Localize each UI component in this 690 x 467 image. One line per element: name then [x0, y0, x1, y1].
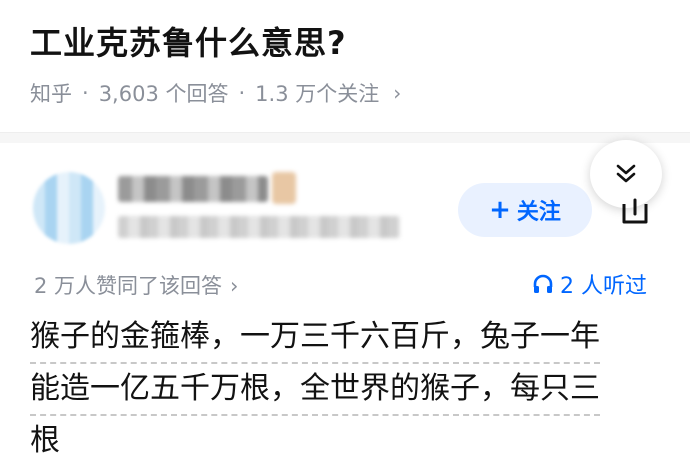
double-chevron-down-icon	[616, 164, 636, 183]
follow-button[interactable]: + 关注	[458, 183, 592, 237]
follow-button-label: 关注	[516, 200, 561, 225]
author-name-blurred[interactable]	[118, 176, 268, 202]
author-badge-blurred	[272, 172, 296, 204]
chevron-right-icon: ›	[393, 81, 402, 105]
question-meta[interactable]: 知乎 · 3,603 个回答 · 1.3 万个关注 ›	[30, 78, 401, 108]
section-divider	[0, 132, 690, 143]
plus-icon: +	[489, 195, 511, 225]
agree-text: 2 万人赞同了该回答	[34, 274, 223, 298]
answer-content[interactable]: 猴子的金箍棒，一万三千六百斤，兔子一年 能造一亿五千万根，全世界的猴子，每只三 …	[30, 312, 660, 466]
author-avatar[interactable]	[33, 172, 105, 244]
content-line: 根	[30, 423, 60, 458]
share-icon[interactable]	[618, 196, 652, 226]
chevron-right-icon: ›	[230, 274, 239, 298]
author-bio-blurred	[118, 216, 400, 238]
separator-dot: ·	[238, 81, 246, 105]
listen-text: 2 人听过	[560, 274, 647, 299]
content-line: 能造一亿五千万根，全世界的猴子，每只三	[30, 364, 600, 416]
agree-count[interactable]: 2 万人赞同了该回答 ›	[34, 270, 238, 300]
listen-count[interactable]: 2 人听过	[532, 268, 647, 300]
follower-count: 1.3 万个关注	[255, 82, 380, 106]
headphones-icon	[533, 274, 553, 293]
question-title[interactable]: 工业克苏鲁什么意思?	[30, 18, 347, 64]
source-label: 知乎	[30, 82, 72, 106]
answer-count: 3,603 个回答	[98, 82, 229, 106]
separator-dot: ·	[82, 81, 89, 105]
content-line: 猴子的金箍棒，一万三千六百斤，兔子一年	[30, 312, 600, 364]
